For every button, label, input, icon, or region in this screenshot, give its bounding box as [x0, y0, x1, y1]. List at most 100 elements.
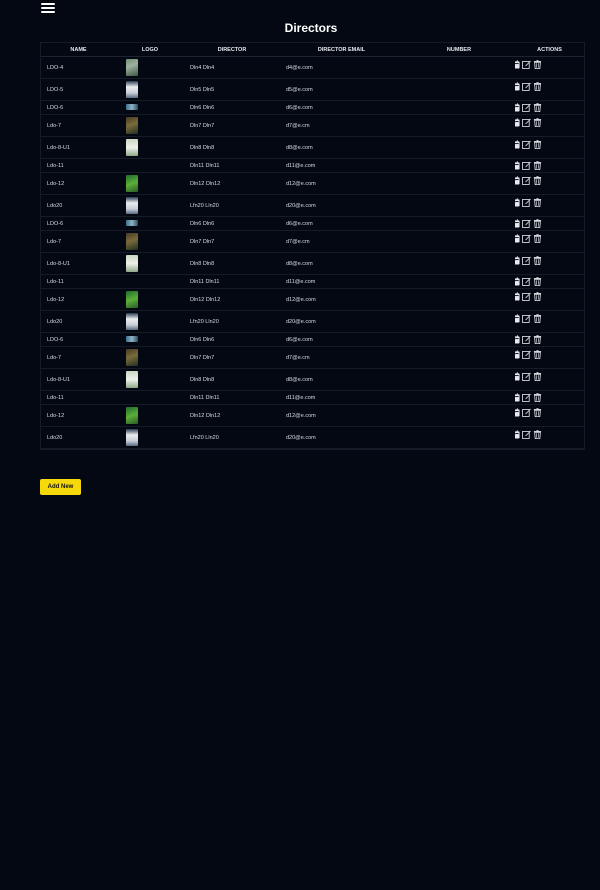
table-row[interactable]: LDO-6 Dln6 Dln6 d6@e.com — [41, 216, 584, 231]
trash-icon[interactable] — [533, 408, 542, 417]
edit-icon[interactable] — [522, 256, 531, 265]
column-header-logo[interactable]: LOGO — [116, 43, 184, 57]
edit-icon[interactable] — [522, 408, 531, 417]
trash-icon[interactable] — [533, 372, 542, 381]
trash-icon[interactable] — [533, 234, 542, 243]
calendar-icon[interactable] — [515, 198, 520, 207]
calendar-icon[interactable] — [515, 277, 520, 286]
column-header-director[interactable]: DIRECTOR — [184, 43, 280, 57]
calendar-icon[interactable] — [515, 219, 520, 228]
edit-icon[interactable] — [522, 82, 531, 91]
trash-icon[interactable] — [533, 103, 542, 112]
table-row[interactable]: Ldo-8-U1 Dln8 Dln8 d8@e.com — [41, 136, 584, 159]
edit-icon[interactable] — [522, 314, 531, 323]
calendar-icon[interactable] — [515, 292, 520, 301]
table-row[interactable]: Ldo20 Lfn20 Lln20 d20@e.com — [41, 426, 584, 449]
column-header-number[interactable]: NUMBER — [403, 43, 515, 57]
calendar-icon[interactable] — [515, 350, 520, 359]
trash-icon[interactable] — [533, 118, 542, 127]
trash-icon[interactable] — [533, 350, 542, 359]
edit-icon[interactable] — [522, 372, 531, 381]
cell-director: Dln12 Dln12 — [184, 172, 280, 195]
calendar-icon[interactable] — [515, 234, 520, 243]
edit-icon[interactable] — [522, 219, 531, 228]
table-row[interactable]: Ldo-8-U1 Dln8 Dln8 d8@e.com — [41, 252, 584, 275]
trash-icon[interactable] — [533, 335, 542, 344]
calendar-icon[interactable] — [515, 161, 520, 170]
edit-icon[interactable] — [522, 103, 531, 112]
edit-icon[interactable] — [522, 292, 531, 301]
trash-icon[interactable] — [533, 277, 542, 286]
table-row[interactable]: LDO-6 Dln6 Dln6 d6@e.com — [41, 100, 584, 115]
calendar-icon[interactable] — [515, 393, 520, 402]
table-row[interactable]: Ldo20 Lfn20 Lln20 d20@e.com — [41, 194, 584, 217]
trash-icon[interactable] — [533, 140, 542, 149]
hamburger-menu-icon[interactable] — [41, 3, 55, 15]
table-row[interactable]: Ldo-12 Dln12 Dln12 d12@e.com — [41, 288, 584, 311]
calendar-icon[interactable] — [515, 335, 520, 344]
table-row[interactable]: Ldo-7 Dln7 Dln7 d7@e.cm — [41, 346, 584, 369]
table-row[interactable]: Ldo-8-U1 Dln8 Dln8 d8@e.com — [41, 368, 584, 391]
table-row[interactable]: Ldo-12 Dln12 Dln12 d12@e.com — [41, 172, 584, 195]
calendar-icon[interactable] — [515, 140, 520, 149]
trash-icon[interactable] — [533, 82, 542, 91]
calendar-icon[interactable] — [515, 82, 520, 91]
trash-icon[interactable] — [533, 292, 542, 301]
trash-icon[interactable] — [533, 176, 542, 185]
cell-actions — [515, 288, 584, 311]
trash-icon[interactable] — [533, 393, 542, 402]
trash-icon[interactable] — [533, 430, 542, 439]
trash-icon[interactable] — [533, 219, 542, 228]
cell-director-email: d20@e.com — [280, 310, 403, 333]
edit-icon[interactable] — [522, 430, 531, 439]
table-row[interactable]: Ldo-12 Dln12 Dln12 d12@e.com — [41, 404, 584, 427]
edit-icon[interactable] — [522, 350, 531, 359]
cell-director: Dln11 Dln11 — [184, 158, 280, 173]
trash-icon[interactable] — [533, 60, 542, 69]
cell-actions — [515, 136, 584, 159]
table-row[interactable]: LDO-4 Dln4 Dln4 d4@e.com — [41, 56, 584, 79]
calendar-icon[interactable] — [515, 256, 520, 265]
edit-icon[interactable] — [522, 140, 531, 149]
column-header-name[interactable]: NAME — [41, 43, 116, 57]
cell-actions — [515, 426, 584, 449]
edit-icon[interactable] — [522, 393, 531, 402]
table-row[interactable]: LDO-5 Dln5 Dln5 d5@e.com — [41, 78, 584, 101]
calendar-icon[interactable] — [515, 408, 520, 417]
table-row[interactable]: Ldo-7 Dln7 Dln7 d7@e.cm — [41, 114, 584, 137]
column-header-director-email[interactable]: DIRECTOR EMAIL — [280, 43, 403, 57]
table-row[interactable]: LDO-6 Dln6 Dln6 d6@e.com — [41, 332, 584, 347]
cell-actions — [515, 78, 584, 101]
calendar-icon[interactable] — [515, 176, 520, 185]
edit-icon[interactable] — [522, 60, 531, 69]
table-row[interactable]: Ldo-11 Dln11 Dln11 d11@e.com — [41, 390, 584, 405]
trash-icon[interactable] — [533, 198, 542, 207]
table-row[interactable]: Ldo-11 Dln11 Dln11 d11@e.com — [41, 158, 584, 173]
cell-actions — [515, 346, 584, 369]
calendar-icon[interactable] — [515, 430, 520, 439]
table-row[interactable]: Ldo-11 Dln11 Dln11 d11@e.com — [41, 274, 584, 289]
edit-icon[interactable] — [522, 161, 531, 170]
edit-icon[interactable] — [522, 176, 531, 185]
calendar-icon[interactable] — [515, 103, 520, 112]
calendar-icon[interactable] — [515, 314, 520, 323]
edit-icon[interactable] — [522, 234, 531, 243]
cell-number — [403, 426, 515, 449]
edit-icon[interactable] — [522, 198, 531, 207]
edit-icon[interactable] — [522, 335, 531, 344]
calendar-icon[interactable] — [515, 372, 520, 381]
trash-icon[interactable] — [533, 314, 542, 323]
cell-director: Dln6 Dln6 — [184, 216, 280, 231]
cell-director: Dln7 Dln7 — [184, 230, 280, 253]
cell-actions — [515, 158, 584, 173]
trash-icon[interactable] — [533, 161, 542, 170]
calendar-icon[interactable] — [515, 118, 520, 127]
cell-name: Ldo20 — [41, 310, 116, 333]
edit-icon[interactable] — [522, 277, 531, 286]
table-row[interactable]: Ldo20 Lfn20 Lln20 d20@e.com — [41, 310, 584, 333]
edit-icon[interactable] — [522, 118, 531, 127]
trash-icon[interactable] — [533, 256, 542, 265]
table-row[interactable]: Ldo-7 Dln7 Dln7 d7@e.cm — [41, 230, 584, 253]
calendar-icon[interactable] — [515, 60, 520, 69]
add-new-button[interactable]: Add New — [40, 479, 81, 495]
